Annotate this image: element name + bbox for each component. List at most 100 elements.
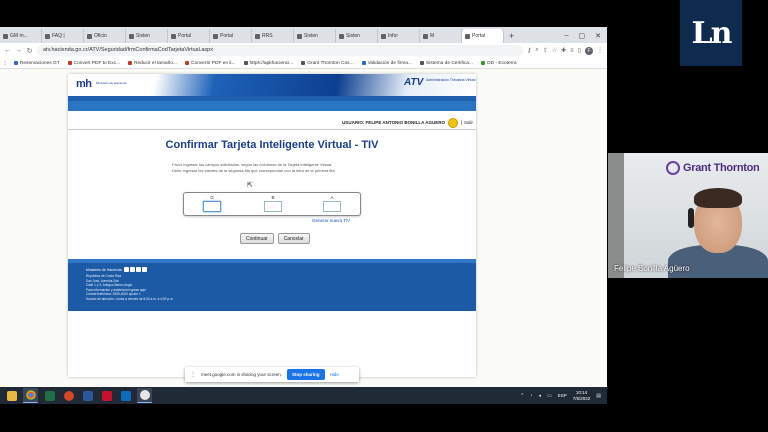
excel-icon[interactable] [42, 388, 57, 403]
outlook-icon[interactable] [118, 388, 133, 403]
notifications-icon[interactable]: ▤ [596, 393, 601, 399]
tab-active[interactable]: Portal [462, 29, 504, 43]
maximize-icon[interactable]: ▢ [579, 32, 586, 40]
app-icon[interactable] [137, 388, 152, 403]
grant-thornton-sign: Grant Thornton [666, 161, 760, 175]
header-stripe [128, 74, 476, 96]
screen: GM m... FAQ | Oficio Sisten Portal Porta… [0, 0, 768, 432]
share-icon[interactable]: ⇪ [543, 47, 548, 54]
tab[interactable]: FAQ | [42, 29, 84, 43]
tab[interactable]: Portal [168, 29, 210, 43]
browser-window: GM m... FAQ | Oficio Sisten Portal Porta… [0, 27, 607, 387]
hide-button[interactable]: Hide [330, 372, 339, 377]
back-icon[interactable]: ← [4, 47, 11, 54]
tab-label: GM m... [10, 33, 28, 39]
bookmark-star-icon[interactable]: ☆ [552, 47, 557, 54]
bookmark[interactable]: Convertir PDF en li... [184, 61, 236, 66]
coordinate-column: G [202, 195, 222, 212]
tab-label: Sisten [136, 33, 150, 39]
reload-icon[interactable]: ↻ [26, 47, 33, 55]
footer-line: Horario de atención: Lunes a viernes de … [86, 296, 174, 301]
taskbar: ^ ◔ ◂ ▭ ESP 10:14 7/6/2022 ▤ [0, 387, 607, 404]
chevron-up-icon[interactable]: ^ [521, 393, 523, 399]
tab-label: Sisten [304, 33, 318, 39]
tab[interactable]: Sisten [336, 29, 378, 43]
tab[interactable]: Oficio [84, 29, 126, 43]
coordinate-input[interactable] [264, 201, 282, 212]
window-controls: – ▢ ✕ [565, 32, 607, 43]
coordinate-input[interactable] [203, 201, 221, 212]
bookmark[interactable]: Sistema de Certifica... [420, 61, 473, 66]
url-field[interactable]: atv.hacienda.go.cr/ATV/Seguridad/frmConf… [37, 45, 523, 56]
address-bar-row: ← → ↻ atv.hacienda.go.cr/ATV/Seguridad/f… [0, 43, 607, 58]
generate-new-tiv-link[interactable]: Generar nueva TIV [312, 218, 350, 223]
menu-icon[interactable]: ⋮ [597, 47, 603, 54]
acrobat-icon[interactable] [99, 388, 114, 403]
tiv-coordinates-box: G B A [183, 192, 361, 216]
bookmark[interactable]: Convert PDF to Exc... [67, 61, 120, 66]
rss-icon[interactable] [141, 267, 147, 272]
bookmark[interactable]: Validación de firma... [361, 60, 412, 66]
social-links [123, 267, 147, 272]
continue-button[interactable]: Continuar [240, 233, 274, 244]
bookmark-favicon-icon [361, 61, 366, 65]
tab[interactable]: GM m... [0, 29, 42, 43]
tab-favicon-icon [297, 33, 302, 39]
key-icon[interactable]: ⚷ [527, 47, 531, 54]
tab[interactable]: Sisten [294, 29, 336, 43]
participant-name: Felipe Bonilla Agüero [614, 264, 690, 273]
ministry-logo-subtitle: Ministerio de Hacienda [96, 81, 127, 85]
clock[interactable]: 10:14 7/6/2022 [573, 390, 591, 402]
coordinate-input[interactable] [323, 201, 341, 212]
tab[interactable]: RRS [252, 29, 294, 43]
side-panel-icon[interactable]: ▯ [578, 47, 581, 54]
apps-icon[interactable]: ⁝ [4, 60, 6, 67]
battery-icon[interactable]: ▭ [547, 393, 552, 399]
tab-favicon-icon [87, 33, 92, 39]
bookmark-favicon-icon [420, 61, 424, 65]
youtube-icon[interactable] [135, 267, 141, 272]
profile-avatar[interactable]: F [585, 46, 593, 55]
bookmarks-bar: ⁝ Reservaciones GT Convert PDF to Exc...… [0, 58, 607, 69]
network-icon[interactable]: ◔ [529, 393, 532, 399]
volume-icon[interactable]: ◂ [538, 393, 541, 399]
bookmark[interactable]: Reducir el tamaño... [128, 61, 177, 66]
bookmark-favicon-icon [480, 61, 485, 65]
tab[interactable]: Sisten [126, 29, 168, 43]
forward-icon[interactable]: → [15, 47, 22, 54]
bookmark[interactable]: OD - Ecoterra [480, 61, 517, 66]
facebook-icon[interactable] [123, 267, 129, 272]
language-indicator[interactable]: ESP [558, 393, 567, 398]
tab[interactable]: Portal [210, 29, 252, 43]
bookmark[interactable]: Grant Thornton Cos... [301, 61, 354, 66]
reading-list-icon[interactable]: ≡ [570, 48, 574, 54]
chrome-icon[interactable] [23, 388, 38, 403]
tab[interactable]: M [420, 29, 462, 43]
stop-sharing-button[interactable]: Stop sharing [287, 369, 325, 380]
powerpoint-icon[interactable] [61, 388, 76, 403]
clock-time: 10:14 [575, 389, 588, 395]
bookmark[interactable]: https://apkhacienci... [243, 61, 293, 66]
minimize-icon[interactable]: – [565, 32, 569, 40]
drag-handle-icon[interactable]: ⋮ [190, 371, 196, 378]
participant-hair [694, 188, 742, 208]
exit-link[interactable]: Salir [460, 120, 473, 125]
ministry-logo[interactable]: mh [76, 78, 92, 90]
user-label: USUARIO: FELIPE ANTONIO BONILLA AGUERO [342, 120, 445, 125]
twitter-icon[interactable] [129, 267, 135, 272]
word-icon[interactable] [80, 388, 95, 403]
bookmark-label: Validación de firma... [367, 60, 412, 66]
close-icon[interactable]: ✕ [595, 32, 601, 40]
tab[interactable]: Infor [378, 29, 420, 43]
new-tab-icon[interactable]: + [504, 29, 519, 43]
tab-label: Portal [178, 33, 192, 39]
extensions-icon[interactable]: ✚ [561, 47, 566, 54]
bookmark-favicon-icon [13, 61, 18, 65]
footer-band [68, 259, 476, 263]
file-explorer-icon[interactable] [4, 388, 19, 403]
instruction-line: Debe ingresar los valores de la segunda … [172, 167, 335, 173]
tab-favicon-icon [3, 33, 8, 39]
zoom-icon[interactable]: ⌕ [535, 47, 538, 54]
cancel-button[interactable]: Cancelar [277, 233, 310, 244]
bookmark[interactable]: Reservaciones GT [13, 61, 60, 66]
